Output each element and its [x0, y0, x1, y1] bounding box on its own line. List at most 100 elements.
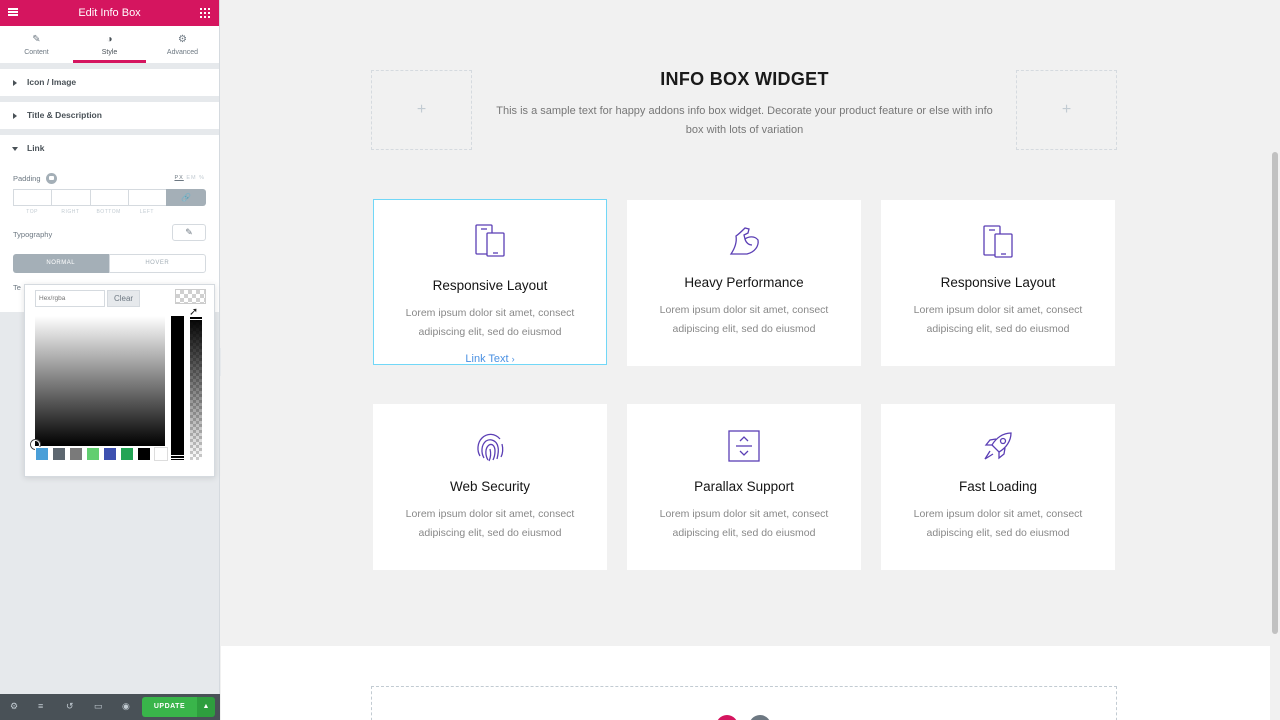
palette-swatch[interactable] [86, 447, 100, 461]
link-values-icon[interactable]: 🔗 [166, 189, 206, 206]
palette-swatch[interactable] [52, 447, 66, 461]
palette-swatch[interactable] [103, 447, 117, 461]
card-link-text[interactable]: Link Text [465, 353, 508, 365]
tab-content-label: Content [24, 49, 49, 56]
section-link-label: Link [27, 143, 45, 153]
unit-switcher[interactable]: PX EM % [174, 175, 205, 181]
section-link[interactable]: Link [0, 135, 219, 162]
dim-label-left: LEFT [139, 209, 154, 215]
section-title-description[interactable]: Title & Description [0, 102, 219, 129]
alpha-slider[interactable] [190, 316, 202, 460]
card-description: Lorem ipsum dolor sit amet, consect adip… [913, 508, 1083, 539]
mobile-tablet-icon [374, 223, 606, 262]
parallax-icon [627, 429, 861, 468]
padding-right-input[interactable] [51, 189, 90, 206]
preview-canvas: + + INFO BOX WIDGET This is a sample tex… [221, 0, 1270, 720]
card-description: Lorem ipsum dolor sit amet, consect adip… [405, 508, 575, 539]
info-box-card[interactable]: Responsive Layout Lorem ipsum dolor sit … [881, 200, 1115, 366]
hex-rgba-input[interactable] [35, 290, 105, 307]
caret-down-icon [12, 147, 18, 151]
card-description: Lorem ipsum dolor sit amet, consect adip… [405, 307, 575, 338]
tab-advanced[interactable]: ⚙ Advanced [146, 26, 219, 63]
unit-percent[interactable]: % [199, 175, 205, 181]
card-title: Fast Loading [958, 479, 1038, 494]
section-icon-image-label: Icon / Image [27, 77, 77, 87]
info-box-card[interactable]: Web Security Lorem ipsum dolor sit amet,… [373, 404, 607, 570]
unit-em[interactable]: EM [186, 175, 196, 181]
color-picker: Clear ➚ [24, 284, 215, 477]
card-title: Web Security [449, 479, 531, 494]
next-section [221, 646, 1270, 720]
flexed-arm-icon [627, 224, 861, 263]
color-palette [35, 447, 168, 461]
panel-title: Edit Info Box [78, 7, 141, 19]
responsive-mode-icon[interactable]: ▭ [94, 701, 103, 712]
card-description: Lorem ipsum dolor sit amet, consect adip… [659, 508, 829, 539]
add-template-button[interactable] [749, 715, 771, 720]
padding-top-input[interactable] [13, 189, 52, 206]
unit-px[interactable]: PX [174, 175, 183, 181]
panel-tabs: ✎ Content ◑ Style ⚙ Advanced [0, 26, 219, 63]
half-circle-icon: ◑ [106, 34, 113, 45]
chevron-right-icon: › [511, 354, 515, 364]
scrollbar-thumb[interactable] [1272, 152, 1278, 634]
saturation-value-area[interactable] [35, 316, 165, 446]
tab-style-label: Style [101, 49, 118, 56]
palette-swatch[interactable] [35, 447, 49, 461]
dim-label-bottom: BOTTOM [96, 209, 121, 215]
add-section-button[interactable] [716, 715, 738, 720]
padding-left-input[interactable] [127, 189, 166, 206]
palette-swatch[interactable] [154, 447, 168, 461]
tab-advanced-label: Advanced [166, 49, 199, 56]
info-box-card[interactable]: Parallax Support Lorem ipsum dolor sit a… [627, 404, 861, 570]
info-box-card[interactable]: Responsive Layout Lorem ipsum dolor sit … [373, 199, 607, 365]
caret-right-icon [13, 113, 17, 119]
hue-slider-handle[interactable] [170, 455, 185, 459]
gear-icon: ⚙ [178, 34, 187, 45]
tab-normal[interactable]: NORMAL [13, 254, 109, 273]
card-title: Responsive Layout [940, 275, 1056, 290]
dim-label-right: RIGHT [61, 209, 80, 215]
responsive-device-icon[interactable] [46, 173, 57, 184]
padding-bottom-input[interactable] [89, 189, 128, 206]
update-button[interactable]: UPDATE [142, 697, 197, 717]
typography-edit-button[interactable]: ✎ [172, 224, 206, 241]
typography-label: Typography [13, 230, 53, 239]
editor-panel: Edit Info Box ✎ Content ◑ Style ⚙ Advanc… [0, 0, 220, 720]
card-description: Lorem ipsum dolor sit amet, consect adip… [659, 304, 829, 335]
info-box-card[interactable]: Fast Loading Lorem ipsum dolor sit amet,… [881, 404, 1115, 570]
settings-icon[interactable]: ⚙ [10, 701, 18, 712]
palette-swatch[interactable] [137, 447, 151, 461]
add-section-area[interactable] [371, 686, 1117, 720]
mouse-pointer-icon: ➚ [189, 306, 199, 318]
info-box-card[interactable]: Heavy Performance Lorem ipsum dolor sit … [627, 200, 861, 366]
scrollbar[interactable] [1270, 0, 1280, 720]
panel-footer: ⚙ ≡ ↺ ▭ ◉ UPDATE ▲ [0, 694, 220, 720]
tab-content[interactable]: ✎ Content [0, 26, 73, 63]
padding-dimensions: 🔗 [13, 189, 206, 206]
widgets-grid-icon[interactable] [200, 8, 210, 18]
current-color-swatch[interactable] [175, 289, 206, 304]
palette-swatch[interactable] [120, 447, 134, 461]
tab-hover[interactable]: HOVER [108, 254, 206, 273]
palette-swatch[interactable] [69, 447, 83, 461]
mobile-tablet-icon [881, 224, 1115, 263]
navigator-icon[interactable]: ≡ [38, 701, 43, 711]
card-description: Lorem ipsum dolor sit amet, consect adip… [913, 304, 1083, 335]
heading-title: INFO BOX WIDGET [660, 69, 829, 89]
hue-slider[interactable] [171, 316, 184, 460]
section-icon-image[interactable]: Icon / Image [0, 69, 219, 96]
fingerprint-icon [373, 429, 607, 468]
card-title: Heavy Performance [684, 275, 804, 290]
plus-icon: + [416, 101, 427, 118]
clear-button[interactable]: Clear [107, 290, 140, 307]
rocket-icon [881, 429, 1115, 468]
card-link[interactable]: Link Text › [374, 353, 606, 365]
preview-eye-icon[interactable]: ◉ [122, 701, 130, 712]
tab-style[interactable]: ◑ Style [73, 26, 146, 63]
plus-icon: + [1061, 101, 1072, 118]
history-icon[interactable]: ↺ [66, 701, 74, 712]
text-color-label: Te [13, 283, 21, 292]
dim-label-top: TOP [26, 209, 38, 215]
update-options-caret-icon[interactable]: ▲ [197, 697, 215, 717]
